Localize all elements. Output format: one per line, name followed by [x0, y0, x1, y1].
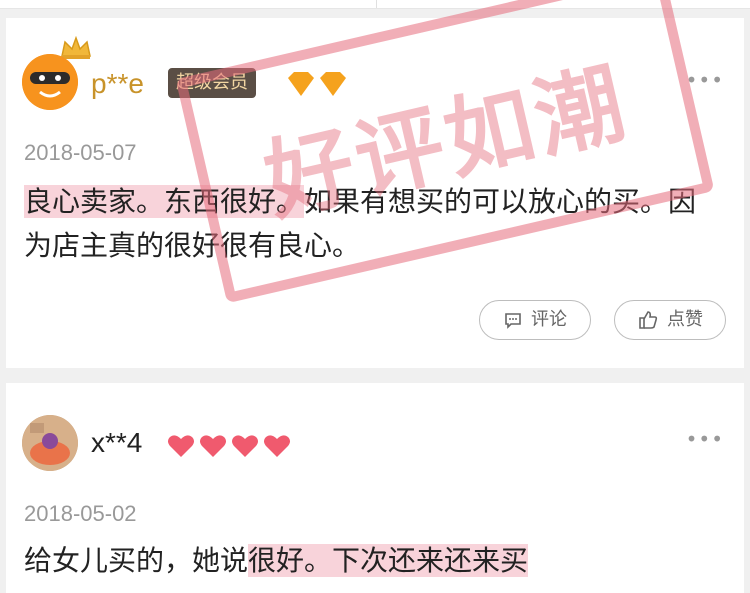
- comment-icon: [505, 313, 521, 329]
- review-card: p**e 超级会员 ••• 2018-05-07 良心卖家。东西很好。如果有想买…: [6, 18, 744, 368]
- food-photo-avatar-icon: [22, 415, 78, 471]
- more-options-icon[interactable]: •••: [686, 427, 724, 451]
- top-divider: [376, 0, 377, 8]
- review-content: 良心卖家。东西很好。如果有想买的可以放心的买。因为店主真的很好很有良心。: [24, 180, 724, 268]
- more-options-icon[interactable]: •••: [686, 68, 724, 92]
- avatar[interactable]: [22, 54, 78, 110]
- username[interactable]: p**e: [91, 68, 144, 100]
- like-button[interactable]: 点赞: [614, 300, 726, 340]
- like-button-label: 点赞: [667, 309, 703, 330]
- mascot-avatar-icon: [22, 54, 78, 110]
- highlighted-text: 良心卖家。东西很好。: [24, 185, 305, 218]
- comment-button[interactable]: 评论: [479, 300, 591, 340]
- review-content: 给女儿买的，她说很好。下次还来还来买: [24, 539, 724, 583]
- username[interactable]: x**4: [91, 427, 142, 459]
- avatar[interactable]: [22, 415, 78, 471]
- heart-icon: [168, 435, 290, 457]
- thumbs-up-icon: [639, 311, 658, 329]
- review-text: 给女儿买的，她说: [24, 544, 249, 577]
- vip-badge: 超级会员: [168, 68, 256, 98]
- diamond-icon: [288, 72, 346, 96]
- review-card: x**4 ••• 2018-05-02 给女儿买的，她说很好。下次还来还来买: [6, 383, 744, 593]
- comment-button-label: 评论: [531, 309, 567, 330]
- review-date: 2018-05-07: [24, 140, 137, 165]
- review-date: 2018-05-02: [24, 501, 137, 526]
- crown-icon: [61, 36, 91, 59]
- highlighted-text: 很好。下次还来还来买: [248, 544, 529, 577]
- top-strip: [0, 0, 750, 9]
